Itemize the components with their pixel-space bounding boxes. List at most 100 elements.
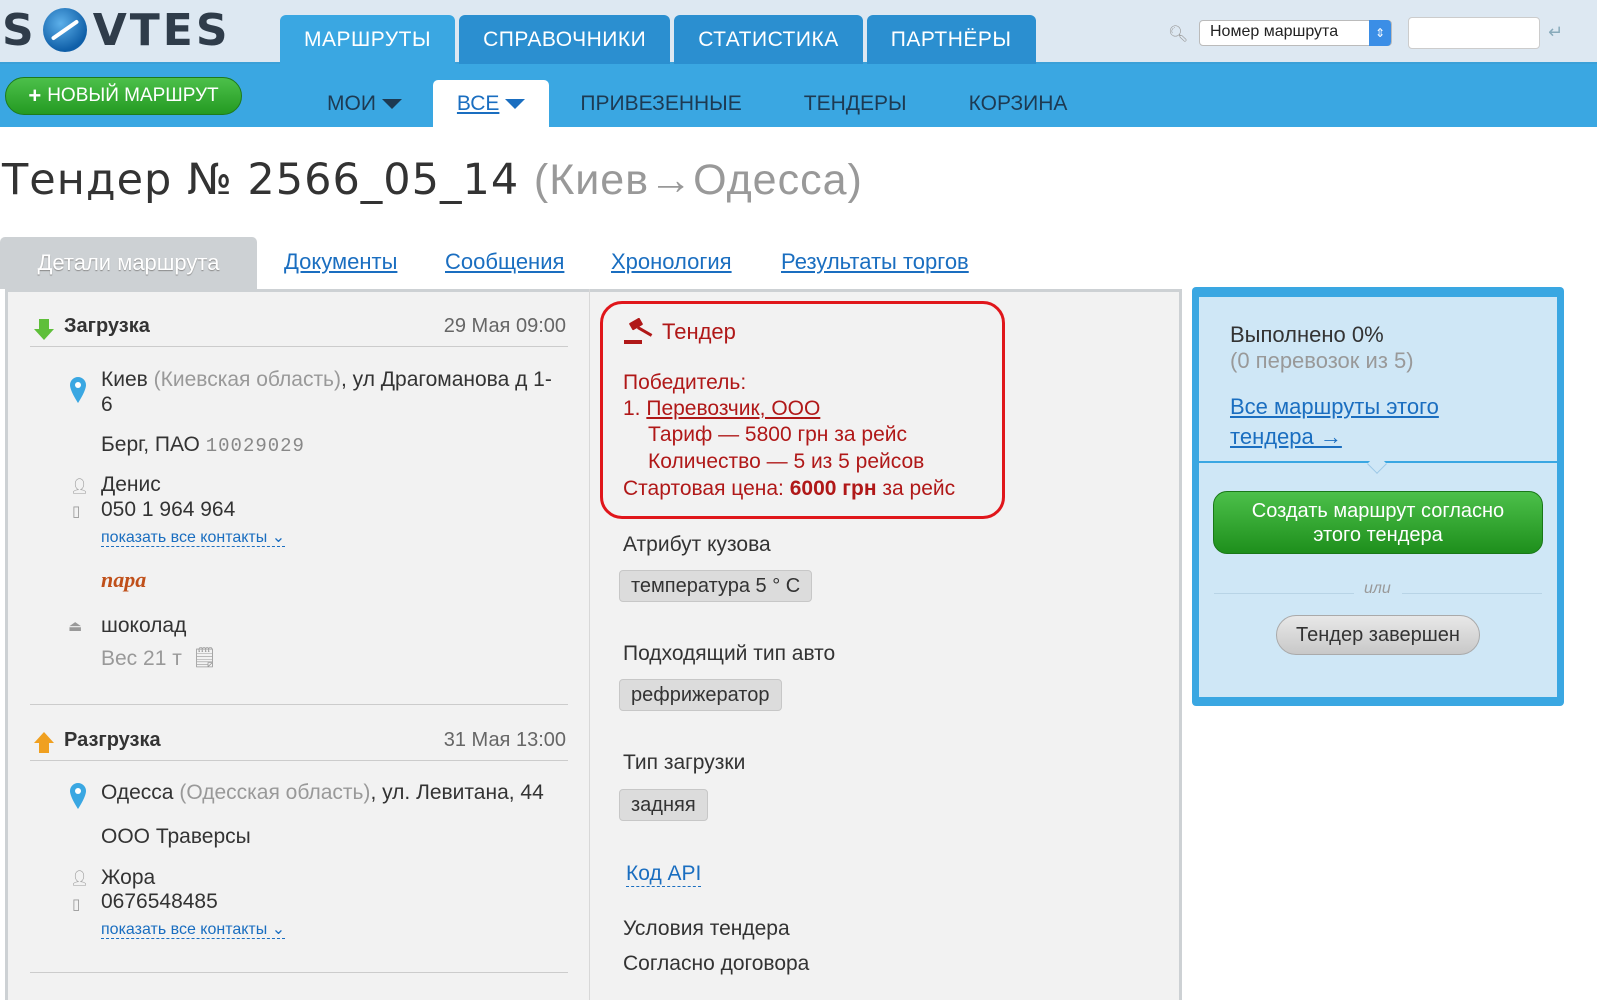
tender-conditions-value: Согласно договора xyxy=(623,952,810,975)
winner-label: Победитель: xyxy=(623,371,747,394)
top-bar: S VTES МАРШРУТЫ СПРАВОЧНИКИ СТАТИСТИКА П… xyxy=(0,0,1597,64)
tender-number: Тендер № 2566_05_14 xyxy=(2,155,520,205)
show-contacts-label: показать все контакты xyxy=(101,529,268,546)
plus-icon: + xyxy=(28,83,42,108)
show-contacts-label: показать все контакты xyxy=(101,921,268,938)
body-attribute-tag: температура 5 ° С xyxy=(619,570,813,602)
all-routes-link-line2: тендера → xyxy=(1230,424,1342,449)
all-tender-routes-link[interactable]: Все маршруты этого тендера → xyxy=(1230,392,1439,452)
unloading-address: Одесса (Одесская область), ул. Левитана,… xyxy=(101,781,544,805)
subnav-tenders[interactable]: ТЕНДЕРЫ xyxy=(773,80,938,127)
loading-company-code: 10029029 xyxy=(205,435,305,457)
tab-routes[interactable]: МАРШРУТЫ xyxy=(280,15,456,64)
tab-directories[interactable]: СПРАВОЧНИКИ xyxy=(459,15,671,64)
search-input[interactable] xyxy=(1408,17,1540,49)
chevron-down-icon xyxy=(505,98,526,109)
person-icon: 👤︎ xyxy=(70,870,90,887)
unloading-date: 31 Мая 13:00 xyxy=(443,729,566,751)
page-title: Тендер № 2566_05_14 (Киев→Одесса) xyxy=(2,155,863,205)
tab-chronology[interactable]: Хронология xyxy=(611,249,732,275)
unloading-contact-name: Жора xyxy=(101,866,156,889)
loading-house: 6 xyxy=(101,393,113,416)
new-route-label: НОВЫЙ МАРШРУТ xyxy=(47,85,219,106)
search-type-select[interactable]: Номер маршрута ⇕ xyxy=(1199,20,1392,46)
logo[interactable]: S VTES xyxy=(2,4,231,56)
subnav-mine-label: МОИ xyxy=(327,91,376,115)
phone-icon: ▯ xyxy=(72,503,81,520)
globe-icon xyxy=(42,8,87,52)
search-icon: 🔍︎ xyxy=(1168,26,1189,43)
loading-header: Загрузка 29 Мая 09:00 xyxy=(30,311,568,347)
cargo-name: шоколад xyxy=(101,614,187,637)
show-all-contacts-link[interactable]: показать все контакты ⌄ xyxy=(101,529,286,547)
winner-index: 1. xyxy=(623,397,641,420)
loading-contact-name: Денис xyxy=(101,473,161,496)
gavel-icon xyxy=(624,318,653,344)
tab-messages[interactable]: Сообщения xyxy=(445,249,564,275)
loading-note: пара xyxy=(101,567,147,592)
loading-street: , ул Драгоманова д 1- xyxy=(341,368,552,391)
person-icon: 👤︎ xyxy=(70,478,90,495)
cargo-weight: Вес 21 т xyxy=(101,647,182,670)
completion-percent: Выполнено 0% xyxy=(1230,322,1384,347)
sub-nav: МОИ ВСЕ ПРИВЕЗЕННЫЕ ТЕНДЕРЫ КОРЗИНА xyxy=(296,80,1098,127)
tab-partners[interactable]: ПАРТНЁРЫ xyxy=(866,15,1036,64)
body-attribute-label: Атрибут кузова xyxy=(623,533,771,556)
or-line-left xyxy=(1214,593,1354,594)
main-tabs: МАРШРУТЫ СПРАВОЧНИКИ СТАТИСТИКА ПАРТНЁРЫ xyxy=(280,15,1036,64)
document-icon[interactable]: 🗒︎ xyxy=(192,645,217,669)
vehicle-type-tag: рефрижератор xyxy=(619,679,782,711)
column-divider xyxy=(589,289,590,1000)
winner-tariff: Тариф — 5800 грн за рейс xyxy=(648,423,907,446)
tab-auction-results[interactable]: Результаты торгов xyxy=(781,249,969,275)
detail-tabs: Детали маршрута Документы Сообщения Хрон… xyxy=(0,237,1180,289)
loading-company-name: Берг, ПАО xyxy=(101,433,200,456)
unloading-label: Разгрузка xyxy=(64,729,161,751)
api-code-link[interactable]: Код API xyxy=(626,862,702,887)
tab-statistics[interactable]: СТАТИСТИКА xyxy=(674,15,863,64)
create-route-label-1: Создать маршрут согласно xyxy=(1251,499,1505,522)
arrow-down-green-icon xyxy=(34,319,54,340)
loading-contact-phone: 050 1 964 964 xyxy=(101,498,236,521)
location-pin-icon xyxy=(70,783,86,809)
tender-conditions-label: Условия тендера xyxy=(623,917,790,940)
tab-documents[interactable]: Документы xyxy=(284,249,397,275)
new-route-button[interactable]: + НОВЫЙ МАРШРУТ xyxy=(5,77,242,115)
vehicle-type-label: Подходящий тип авто xyxy=(623,642,836,665)
tab-route-details[interactable]: Детали маршрута xyxy=(0,237,257,289)
subnav-mine[interactable]: МОИ xyxy=(296,80,433,127)
unloading-header: Разгрузка 31 Мая 13:00 xyxy=(30,725,568,761)
load-type-tag: задняя xyxy=(619,789,708,821)
phone-icon: ▯ xyxy=(72,896,81,913)
unloading-region: (Одесская область) xyxy=(179,781,371,804)
loading-region: (Киевская область) xyxy=(153,368,341,391)
section-divider xyxy=(30,972,568,973)
chevron-down-icon xyxy=(381,98,402,109)
subnav-all[interactable]: ВСЕ xyxy=(432,80,550,127)
arrow-up-orange-icon xyxy=(34,732,54,753)
tender-finished-button[interactable]: Тендер завершен xyxy=(1276,615,1480,655)
start-price-label: Стартовая цена: xyxy=(623,477,784,500)
create-route-button[interactable]: Создать маршрут согласно этого тендера xyxy=(1213,491,1543,554)
loading-date: 29 Мая 09:00 xyxy=(443,315,566,337)
tender-heading: Тендер xyxy=(662,319,736,344)
load-type-label: Тип загрузки xyxy=(623,751,746,774)
winner-link[interactable]: Перевозчик, ООО xyxy=(646,397,820,420)
start-price-suffix: за рейс xyxy=(882,477,956,500)
section-divider xyxy=(30,704,568,705)
loading-label: Загрузка xyxy=(64,315,150,337)
subnav-trash[interactable]: КОРЗИНА xyxy=(938,80,1099,127)
subnav-delivered[interactable]: ПРИВЕЗЕННЫЕ xyxy=(549,80,772,127)
or-label: или xyxy=(1364,580,1391,597)
loading-company: Берг, ПАО 10029029 xyxy=(101,433,305,457)
loading-address: Киев (Киевская область), ул Драгоманова … xyxy=(101,367,571,417)
show-all-contacts-link[interactable]: показать все контакты ⌄ xyxy=(101,921,286,939)
start-price-value: 6000 грн xyxy=(789,477,877,500)
select-arrows-icon: ⇕ xyxy=(1369,20,1391,46)
all-routes-link-line1: Все маршруты этого xyxy=(1230,394,1439,419)
enter-icon[interactable]: ↵ xyxy=(1548,22,1563,43)
route-cities: (Киев→Одесса) xyxy=(533,156,863,204)
loading-city: Киев xyxy=(101,368,148,391)
create-route-label-2: этого тендера xyxy=(1313,523,1443,546)
winner-quantity: Количество — 5 из 5 рейсов xyxy=(648,450,925,473)
